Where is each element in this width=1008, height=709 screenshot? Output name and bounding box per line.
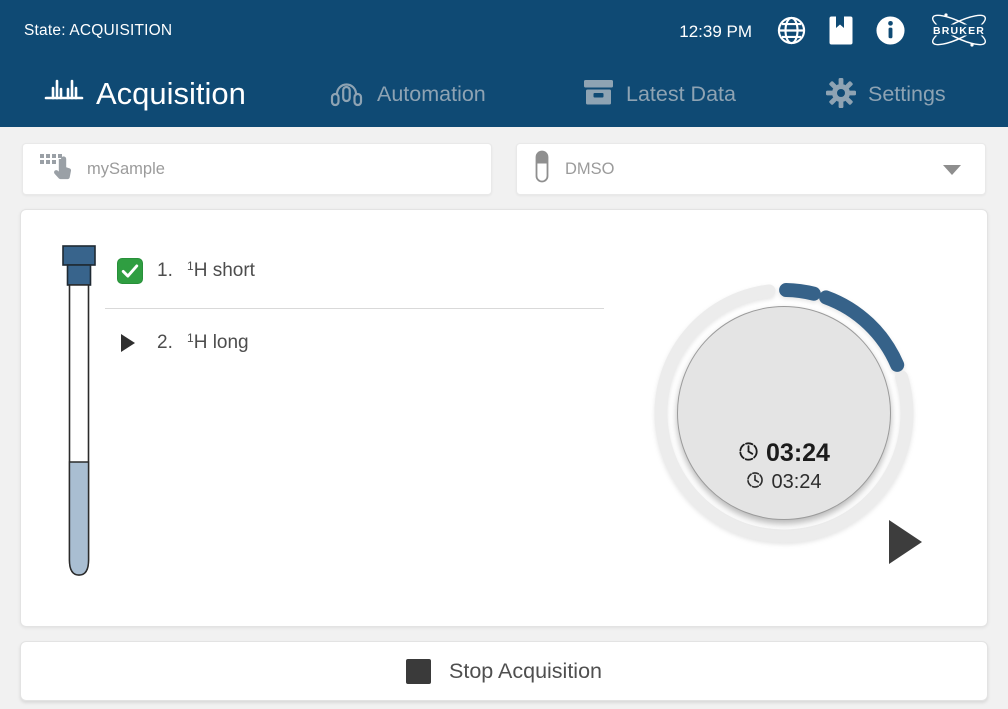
gear-icon xyxy=(826,78,856,111)
sample-name-value: mySample xyxy=(87,160,165,179)
chevron-down-icon xyxy=(943,165,961,175)
experiment-2-current-icon xyxy=(121,334,135,352)
language-button[interactable] xyxy=(776,15,807,49)
solvent-select[interactable]: DMSO xyxy=(516,143,986,195)
current-time: 12:39 PM xyxy=(679,22,752,42)
total-time-remaining: 03:24 xyxy=(746,471,821,493)
globe-icon xyxy=(776,15,807,49)
acquisition-progress-ring: 03:24 03:24 xyxy=(649,278,919,548)
bruker-logo-text: BRUKER xyxy=(933,24,985,36)
bruker-logo: BRUKER xyxy=(926,8,992,57)
manual-button[interactable] xyxy=(827,15,855,49)
archive-box-icon xyxy=(583,78,614,110)
tab-settings[interactable]: Settings xyxy=(826,64,946,124)
tab-acquisition[interactable]: Acquisition xyxy=(44,64,246,124)
nmr-tube-graphic xyxy=(54,244,104,584)
tab-automation[interactable]: Automation xyxy=(328,64,486,124)
tab-acquisition-label: Acquisition xyxy=(96,76,246,112)
acquisition-card: 1. 1H short 2. 1H long xyxy=(20,209,988,627)
experiment-2-name: 1H long xyxy=(187,332,249,354)
header-bar: State: ACQUISITION 12:39 PM xyxy=(0,0,1008,127)
stop-acquisition-label: Stop Acquisition xyxy=(449,659,602,684)
experiment-row-2[interactable]: 2. 1H long xyxy=(117,328,249,358)
experiment-2-number: 2. xyxy=(157,332,183,354)
tab-automation-label: Automation xyxy=(377,82,486,107)
acquisition-app: State: ACQUISITION 12:39 PM xyxy=(0,0,1008,709)
check-icon xyxy=(119,260,141,282)
experiment-1-name: 1H short xyxy=(187,260,255,282)
sample-changer-icon xyxy=(328,77,365,111)
experiment-time-remaining: 03:24 xyxy=(738,441,830,466)
clock-small-icon xyxy=(746,471,764,493)
tab-latest-data[interactable]: Latest Data xyxy=(583,64,736,124)
stop-acquisition-button[interactable]: Stop Acquisition xyxy=(20,641,988,701)
experiment-1-number: 1. xyxy=(157,260,183,282)
stop-icon xyxy=(406,659,431,684)
tab-latest-data-label: Latest Data xyxy=(626,82,736,107)
experiment-row-1[interactable]: 1. 1H short xyxy=(117,256,255,286)
spectrum-icon xyxy=(44,76,84,113)
timer-disc: 03:24 03:24 xyxy=(677,306,891,520)
experiment-1-checkbox-done[interactable] xyxy=(117,258,143,284)
solvent-selected-value: DMSO xyxy=(565,160,615,179)
tab-settings-label: Settings xyxy=(868,82,946,107)
book-bookmark-icon xyxy=(827,15,855,49)
header-toolbar: 12:39 PM xyxy=(679,10,992,54)
clock-icon xyxy=(738,441,759,466)
sample-name-input[interactable]: mySample xyxy=(22,143,492,195)
experiment-list-divider xyxy=(105,308,604,309)
play-button[interactable] xyxy=(889,520,922,564)
instrument-state-label: State: ACQUISITION xyxy=(24,22,172,40)
touch-input-icon xyxy=(39,151,71,188)
info-button[interactable] xyxy=(875,15,906,49)
info-icon xyxy=(875,15,906,49)
solvent-tube-icon xyxy=(535,150,549,188)
